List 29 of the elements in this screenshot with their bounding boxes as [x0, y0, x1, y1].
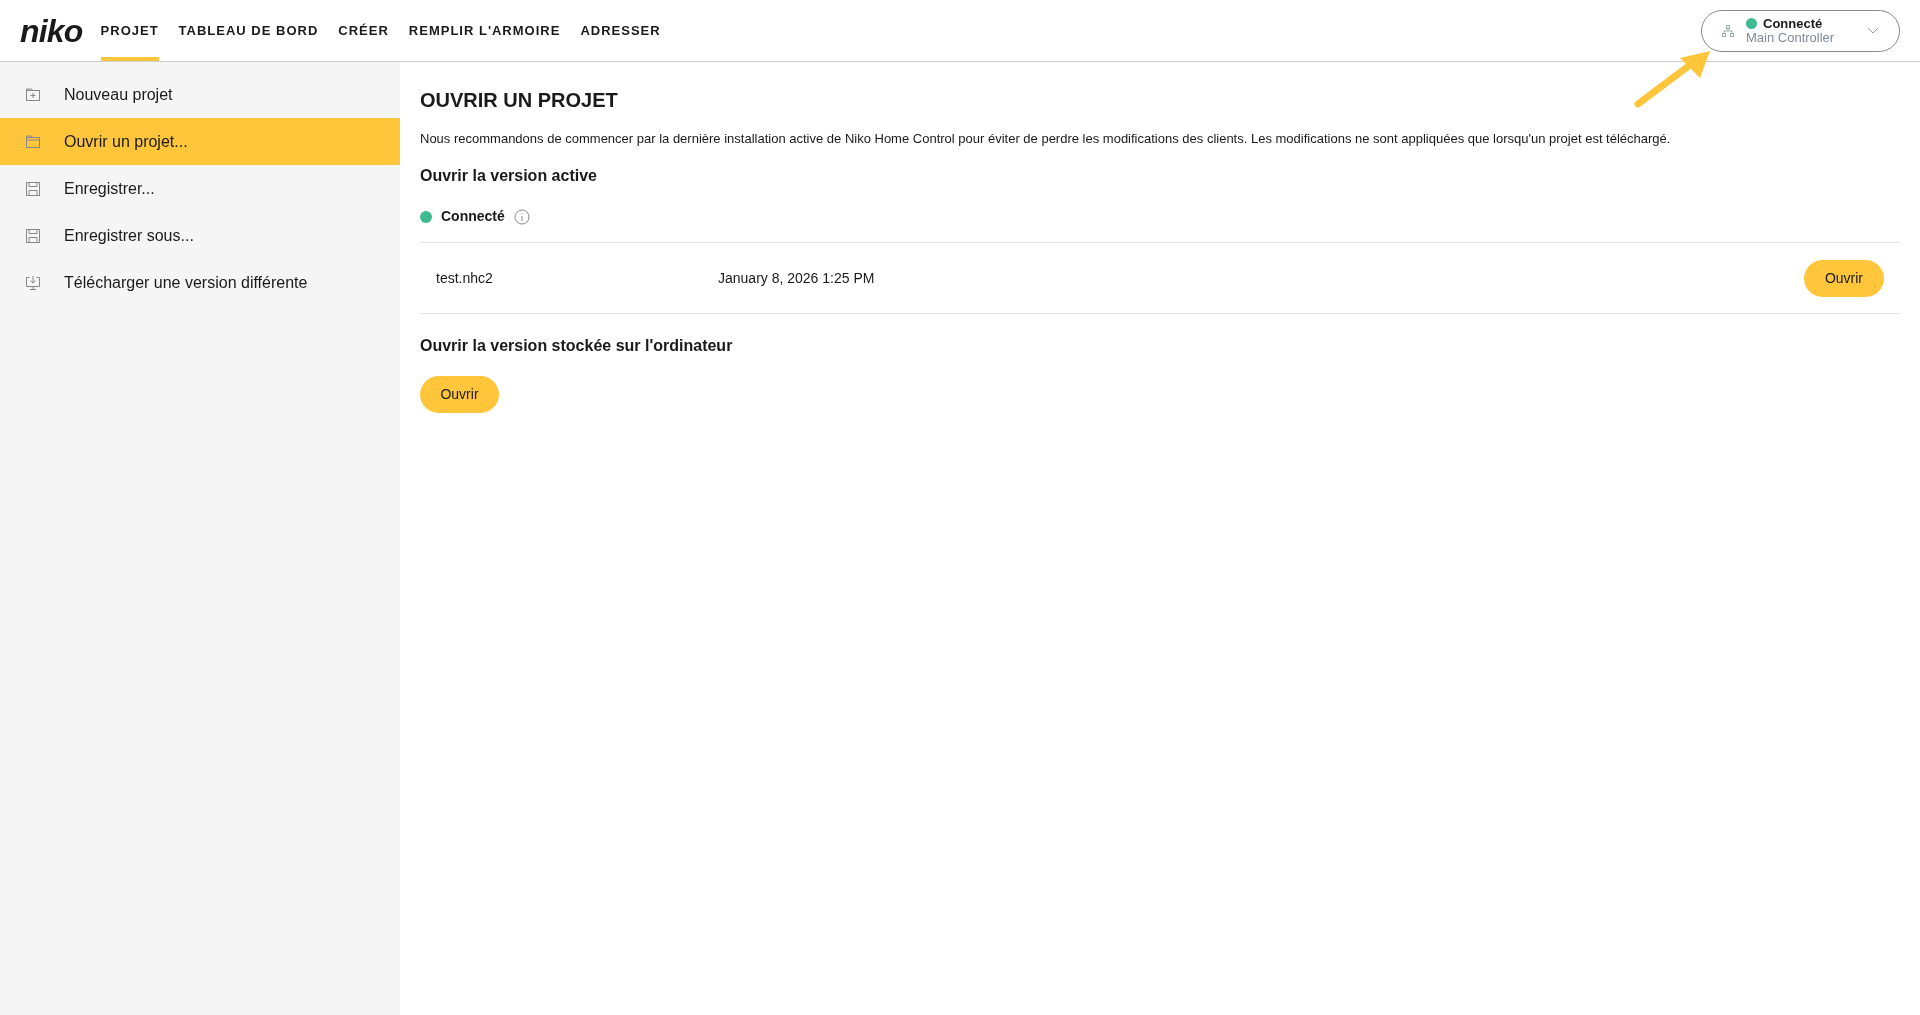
info-icon[interactable] [513, 208, 530, 225]
sidebar-item[interactable]: Ouvrir un projet... [0, 118, 400, 165]
file-name: test.nhc2 [436, 268, 494, 288]
sidebar-item[interactable]: Enregistrer... [0, 165, 400, 212]
floppy-disk-icon [26, 228, 40, 243]
sidebar-item[interactable]: Télécharger une version différente [0, 259, 400, 306]
nav-tab[interactable]: TABLEAU DE BORD [178, 0, 319, 61]
niko-logo: niko [20, 14, 83, 47]
network-icon [1722, 24, 1734, 37]
folder-plus-icon [26, 87, 40, 102]
nav-tab[interactable]: REMPLIR L'ARMOIRE [408, 0, 561, 61]
sidebar-item[interactable]: Nouveau projet [0, 71, 400, 118]
section-heading: Ouvrir la version stockée sur l'ordinateur [420, 336, 734, 356]
intro-text: Nous recommandons de commencer par la dernière installation active de Niko Home Control pour éviter de perdre les modifications des clients. Les modifications ne sont appliquées que lorsqu'un projet est téléchargé. [420, 130, 1672, 148]
floppy-disk-icon [26, 181, 40, 196]
nav-tab[interactable]: ADRESSER [580, 0, 661, 61]
sidebar-item[interactable]: Enregistrer sous... [0, 212, 400, 259]
controller-name: Main Controller [1746, 30, 1835, 45]
open-button[interactable]: Ouvrir [420, 376, 499, 413]
section-heading: Ouvrir la version active [420, 166, 598, 186]
folder-icon [26, 134, 40, 149]
download-icon [26, 275, 40, 290]
page-title: OUVRIR UN PROJET [420, 88, 619, 113]
open-button[interactable]: Ouvrir [1803, 259, 1884, 297]
connection-status: Connecté [1763, 16, 1823, 31]
connection-status: Connecté [441, 207, 505, 226]
chevron-down-icon [1867, 27, 1879, 34]
nav-tab[interactable]: CRÉER [338, 0, 389, 61]
file-date: January 8, 2026 1:25 PM [718, 268, 875, 288]
